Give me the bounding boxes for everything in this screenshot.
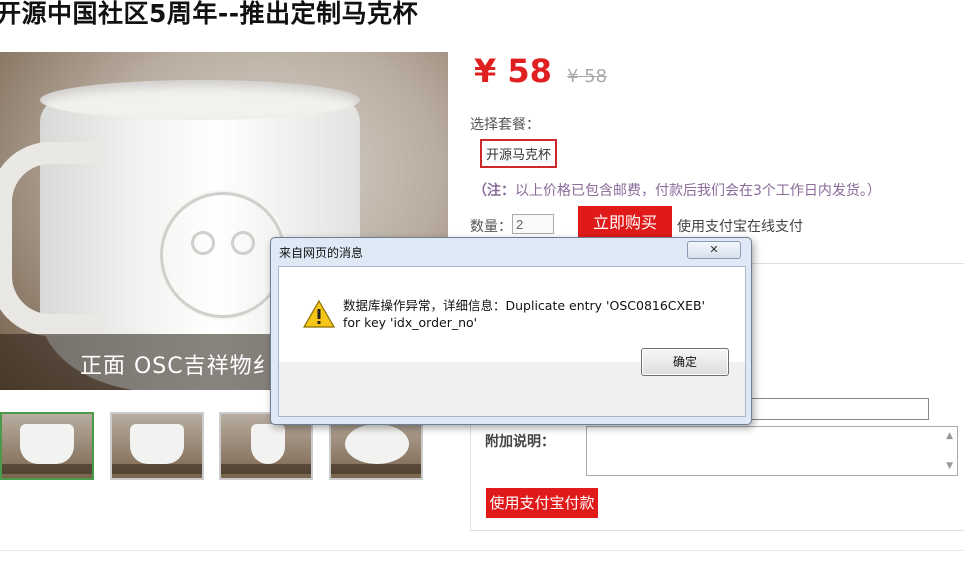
alipay-pay-button[interactable]: 使用支付宝付款 bbox=[486, 488, 598, 518]
shipping-note: （注：以上价格已包含邮费，付款后我们会在3个工作日内发货。） bbox=[473, 180, 881, 200]
bottom-divider bbox=[0, 550, 964, 551]
ok-button[interactable]: 确定 bbox=[641, 348, 729, 376]
price-current: ¥ 58 bbox=[474, 52, 552, 90]
close-icon: ✕ bbox=[709, 243, 719, 256]
quantity-label: 数量： bbox=[470, 219, 512, 235]
note-label: 附加说明： bbox=[485, 434, 555, 450]
thumbnail-2[interactable] bbox=[110, 412, 204, 480]
price-original: ¥ 58 bbox=[567, 66, 608, 87]
alert-dialog: 来自网页的消息 ✕ 数据库操作异常，详细信息：Duplicate entry '… bbox=[270, 237, 752, 425]
mug-rim bbox=[40, 80, 360, 120]
alipay-online-text: 使用支付宝在线支付 bbox=[677, 219, 803, 235]
scroll-down-icon[interactable]: ▼ bbox=[946, 461, 953, 471]
package-label: 选择套餐： bbox=[470, 117, 540, 133]
photo-caption: 正面 OSC吉祥物纟 bbox=[80, 354, 276, 379]
scroll-up-icon[interactable]: ▲ bbox=[946, 431, 953, 441]
note-text: 以上价格已包含邮费，付款后我们会在3个工作日内发货。） bbox=[515, 183, 881, 199]
package-option-mug[interactable]: 开源马克杯 bbox=[480, 139, 558, 168]
dialog-message: 数据库操作异常，详细信息：Duplicate entry 'OSC0816CXE… bbox=[343, 298, 706, 330]
mascot-emboss bbox=[160, 192, 286, 318]
buy-now-button[interactable]: 立即购买 bbox=[578, 206, 672, 240]
close-button[interactable]: ✕ bbox=[687, 241, 741, 259]
quantity-input[interactable] bbox=[512, 214, 554, 234]
mug-handle bbox=[0, 142, 102, 336]
dialog-title: 来自网页的消息 bbox=[279, 246, 364, 260]
warning-icon bbox=[303, 299, 335, 328]
note-textarea[interactable]: ▲ ▼ bbox=[586, 426, 958, 476]
page-title: 开源中国社区5周年--推出定制马克杯 bbox=[0, 0, 419, 28]
thumbnail-1[interactable] bbox=[0, 412, 94, 480]
note-prefix: （注： bbox=[473, 183, 515, 199]
